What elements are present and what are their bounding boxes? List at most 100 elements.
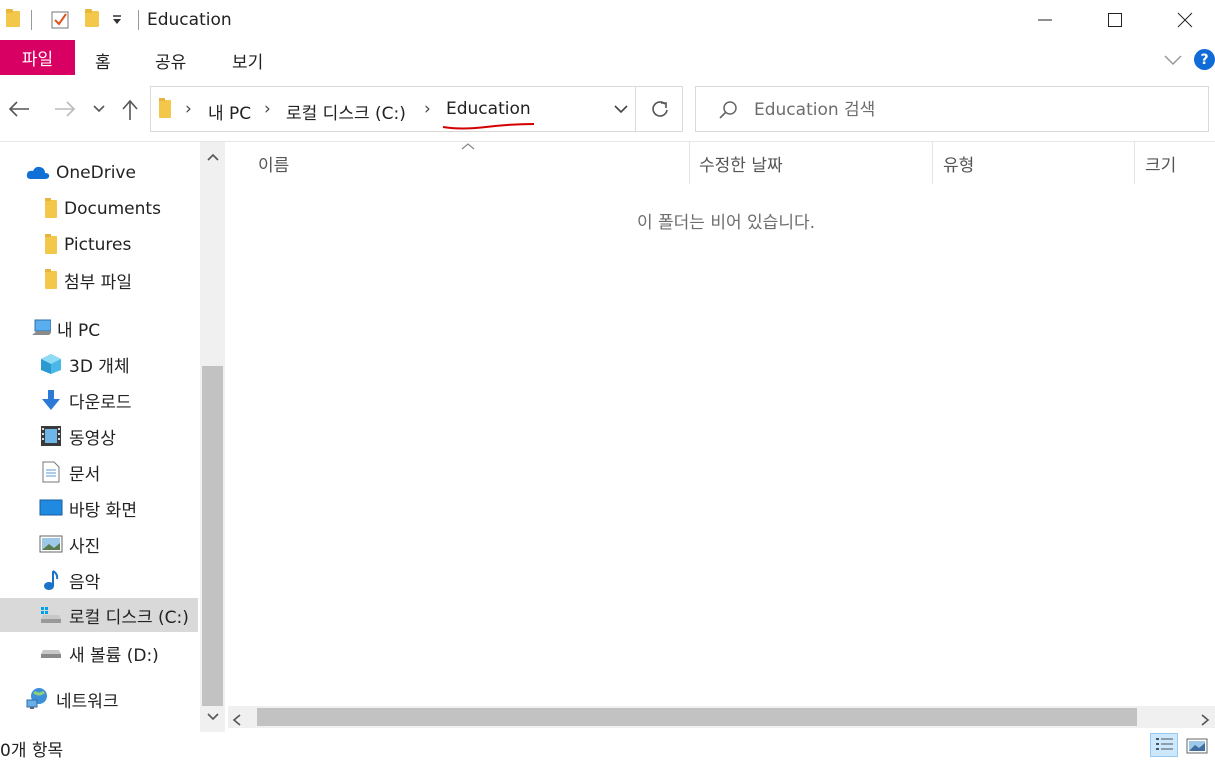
folder-icon [159,98,171,118]
ribbon-tabs: 파일 홈 공유 보기 ? [0,40,1215,80]
nav-item-videos[interactable]: 동영상 [39,419,116,453]
nav-item-pictures-kr[interactable]: 사진 [39,527,100,561]
onedrive-icon [26,161,50,185]
annotation-underline [442,123,535,130]
local-disk-icon [39,603,63,627]
nav-pane-scrollbar[interactable] [200,142,225,732]
nav-item-label: 바탕 화면 [69,500,137,521]
customize-toolbar-icon[interactable] [111,14,123,26]
nav-item-label: 내 PC [57,320,101,341]
nav-item-label: 사진 [69,536,101,557]
nav-item-local-disk[interactable]: 로컬 디스크 (C:) [0,598,198,632]
3d-objects-icon [39,352,63,376]
nav-item-label: 새 볼륨 (D:) [69,645,159,666]
details-view-button[interactable] [1150,733,1178,757]
breadcrumb-local-disk[interactable]: 로컬 디스크 (C:) [286,99,406,124]
breadcrumb-separator[interactable]: › [185,99,192,119]
scroll-right-button[interactable] [1200,711,1210,730]
nav-item-desktop[interactable]: 바탕 화면 [39,491,137,525]
tab-share[interactable]: 공유 [155,48,186,73]
large-icons-view-button[interactable] [1183,733,1211,757]
breadcrumb-separator[interactable]: › [264,99,271,119]
folder-icon [44,197,58,221]
refresh-icon [651,101,668,117]
refresh-button[interactable] [635,87,683,131]
status-bar: 0개 항목 [0,730,1215,761]
column-header-modified[interactable]: 수정한 날짜 [699,142,783,184]
nav-item-label: 동영상 [69,428,116,449]
search-box[interactable] [695,86,1209,132]
scroll-down-button[interactable] [200,706,225,728]
column-divider[interactable] [1134,142,1135,184]
forward-icon[interactable] [54,100,76,118]
tab-file[interactable]: 파일 [0,40,75,75]
sort-ascending-icon [461,143,475,150]
nav-item-documents[interactable]: Documents [44,192,161,226]
scroll-up-button[interactable] [200,146,225,168]
chevron-up-icon [206,153,219,161]
nav-item-music[interactable]: 음악 [39,563,100,597]
nav-item-label: Documents [64,199,161,219]
computer-icon [31,316,51,340]
large-icons-view-icon [1186,738,1208,754]
scrollbar-thumb[interactable] [202,366,223,706]
column-divider[interactable] [932,142,933,184]
nav-item-this-pc[interactable]: 내 PC [31,311,100,345]
breadcrumb-education[interactable]: Education [446,99,531,119]
recent-locations-icon[interactable] [93,105,105,113]
content-horizontal-scrollbar[interactable] [228,706,1215,728]
properties-icon[interactable] [50,10,70,30]
search-icon [719,101,737,119]
folder-icon [44,268,58,292]
up-icon[interactable] [121,99,139,121]
back-icon[interactable] [8,100,30,118]
nav-item-label: 문서 [69,464,101,485]
chevron-down-icon [613,104,628,113]
column-header-name[interactable]: 이름 [258,142,289,184]
nav-item-onedrive[interactable]: OneDrive [26,156,136,190]
nav-item-attachments[interactable]: 첨부 파일 [44,263,132,297]
document-icon [39,460,63,484]
nav-item-label: 3D 개체 [69,356,130,377]
nav-item-label: 네트워크 [56,691,119,712]
details-view-icon [1156,738,1173,750]
column-divider[interactable] [689,142,690,184]
music-icon [39,568,63,592]
breadcrumb-separator[interactable]: › [424,99,431,119]
address-bar[interactable]: › 내 PC › 로컬 디스크 (C:) › Education [150,86,683,132]
video-icon [39,424,63,448]
address-dropdown-button[interactable] [604,87,637,131]
chevron-left-icon [232,714,241,726]
minimize-button[interactable] [1011,0,1079,40]
nav-item-network[interactable]: 네트워크 [26,682,119,716]
drive-icon [39,641,63,665]
scrollbar-thumb[interactable] [257,708,1137,726]
new-folder-icon[interactable] [85,9,99,27]
separator [138,10,139,30]
nav-item-volume-d[interactable]: 새 볼륨 (D:) [39,636,159,670]
close-icon [1177,12,1193,28]
close-button[interactable] [1151,0,1215,40]
expand-ribbon-icon[interactable] [1164,54,1182,66]
maximize-button[interactable] [1081,0,1149,40]
nav-item-pictures[interactable]: Pictures [44,228,131,262]
download-icon [39,388,63,412]
title-bar: Education [0,0,1215,40]
nav-item-downloads[interactable]: 다운로드 [39,383,132,417]
item-count: 0개 항목 [0,741,64,761]
column-header-type[interactable]: 유형 [943,142,974,184]
search-input[interactable] [754,99,1184,121]
nav-item-3d-objects[interactable]: 3D 개체 [39,347,130,381]
nav-item-documents-kr[interactable]: 문서 [39,455,100,489]
column-header-size[interactable]: 크기 [1145,142,1176,184]
separator [31,10,32,30]
window-title: Education [147,10,232,30]
minimize-icon [1038,19,1052,21]
tab-view[interactable]: 보기 [232,48,263,73]
tab-home[interactable]: 홈 [95,48,111,73]
folder-icon[interactable] [6,9,20,27]
help-icon[interactable]: ? [1194,49,1215,70]
breadcrumb-this-pc[interactable]: 내 PC [208,99,251,124]
scroll-left-button[interactable] [232,711,242,730]
nav-item-label: 로컬 디스크 (C:) [69,607,189,628]
